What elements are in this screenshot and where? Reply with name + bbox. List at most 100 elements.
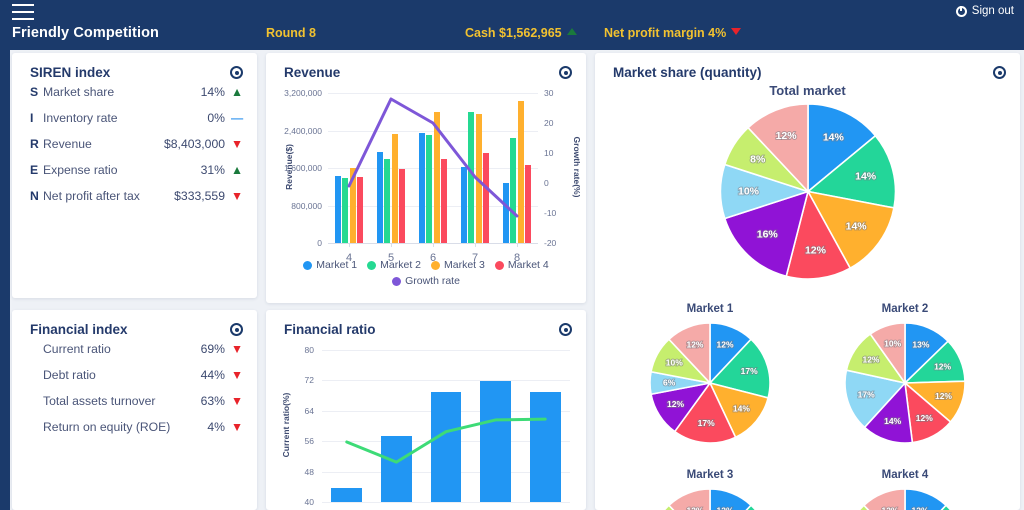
header-npm-label: Net profit margin 4% [604, 26, 727, 40]
info-dot-icon[interactable] [230, 66, 243, 79]
x-tick [517, 243, 518, 247]
legend-item[interactable]: Market 4 [494, 259, 549, 271]
pie-slice-label: 12% [881, 505, 898, 510]
pie-total-market: 14% 14% 14% 12% 16% 10% 8% 12% [720, 104, 895, 279]
revenue-bar[interactable] [426, 135, 433, 243]
financial-ratio-bar[interactable] [529, 391, 561, 502]
pie-slice-label: 12% [862, 354, 879, 364]
siren-index-card: SIREN index S Market share 14% ▲ I Inventory … [12, 53, 257, 298]
pie-slice-label: 12% [804, 244, 826, 256]
revenue-bar[interactable] [468, 111, 475, 243]
pie-canvas: 12%13%13%12%13%12%13%12% [810, 488, 1000, 510]
revenue-bar[interactable] [418, 132, 426, 243]
legend-label: Market 2 [380, 259, 421, 271]
kpi-row: R Revenue $8,403,000 ▼ [30, 133, 243, 155]
kpi-label: Total assets turnover [43, 394, 156, 408]
revenue-bar[interactable] [384, 158, 391, 243]
revenue-bar[interactable] [376, 151, 384, 243]
pie-slice-label: 12% [935, 390, 952, 400]
revenue-bar[interactable] [391, 133, 398, 243]
financial-ratio-bar[interactable] [331, 488, 363, 502]
pie-slice-label: 12% [686, 505, 703, 510]
legend-item[interactable]: Growth rate [392, 275, 460, 287]
revenue-card: Revenue 0 800,000 1,600,000 2,400,000 3,200,… [266, 53, 586, 303]
revenue-bar[interactable] [433, 112, 440, 243]
y2-tick-label: 30 [544, 88, 554, 98]
trend-down-icon: ▼ [231, 420, 244, 434]
kpi-row: Debt ratio 44% ▼ [30, 364, 243, 386]
legend-item[interactable]: Market 3 [431, 259, 485, 271]
financial-index-title: Financial index [30, 322, 128, 337]
pie-market-3: 12%14%13%12%12%13%12%12% [663, 488, 757, 510]
pie-market-4: 12%13%13%12%13%12%13%12% [858, 488, 952, 510]
info-dot-icon[interactable] [230, 323, 243, 336]
revenue-legend: Market 1 Market 2 Market 3 Market 4 Growth r… [266, 259, 586, 287]
trend-down-icon: ▼ [231, 137, 244, 151]
pie-title: Total market [769, 83, 846, 98]
legend-dot-icon [431, 260, 440, 270]
hamburger-icon[interactable] [12, 4, 34, 20]
pie-market-2: 13% 12% 12% 12% 14% 17% 12% 10% [845, 322, 965, 443]
info-dot-icon[interactable] [559, 323, 572, 336]
dashboard-root: Friendly Competition Round 8 Cash $1,562… [0, 0, 1024, 510]
pie-title: Market 1 [686, 303, 734, 315]
financial-ratio-bar[interactable] [480, 381, 511, 502]
pie-slice-label: 12% [686, 339, 703, 349]
kpi-letter: E [30, 163, 39, 177]
pie-slice-label: 17% [741, 365, 758, 375]
pie-slice-label: 10% [666, 357, 683, 367]
trend-flat-icon: — [231, 111, 244, 125]
kpi-letter: S [30, 85, 39, 99]
pie-slice-label: 12% [916, 413, 933, 423]
header-round: Round 8 [266, 26, 316, 40]
top-header-bar: Friendly Competition Round 8 Cash $1,562… [0, 0, 1024, 50]
revenue-bar[interactable] [342, 178, 349, 243]
kpi-label: Expense ratio [43, 163, 118, 177]
revenue-bar[interactable] [475, 113, 482, 243]
kpi-label: Return on equity (ROE) [43, 420, 171, 434]
kpi-value: $8,403,000 [164, 137, 225, 151]
legend-item[interactable]: Market 1 [303, 259, 357, 271]
pie-slice-label: 17% [698, 417, 715, 427]
pie-slice-label: 14% [845, 220, 867, 232]
kpi-value: 63% [200, 394, 225, 408]
revenue-bar[interactable] [460, 167, 468, 243]
revenue-bar[interactable] [334, 176, 342, 243]
revenue-bar[interactable] [524, 164, 532, 243]
legend-item[interactable]: Market 2 [367, 259, 421, 271]
kpi-letter: I [30, 111, 34, 125]
x-tick [475, 243, 476, 247]
sign-out-button[interactable]: Sign out [955, 5, 1014, 17]
kpi-row: Total assets turnover 63% ▼ [30, 390, 243, 412]
financial-index-card: Financial index Current ratio 69% ▼ Debt ra… [12, 310, 257, 510]
y-axis-title: Revenue($) [284, 144, 294, 190]
market-share-card: Market share (quantity) Total market 14% 1… [595, 53, 1020, 510]
revenue-bar[interactable] [517, 100, 524, 243]
y-tick-label: 80 [304, 345, 314, 355]
financial-ratio-bar[interactable] [381, 435, 412, 502]
revenue-bar[interactable] [502, 183, 510, 243]
pie-title: Market 2 [881, 303, 929, 315]
y-tick-label: 0 [317, 238, 322, 248]
left-nav-strip [0, 0, 10, 510]
revenue-bar[interactable] [398, 168, 406, 243]
kpi-value: 31% [200, 163, 225, 177]
y-tick-label: 800,000 [291, 200, 322, 211]
y2-tick-label: -20 [544, 238, 557, 248]
kpi-value: 44% [200, 368, 225, 382]
kpi-letter: N [30, 189, 39, 203]
revenue-bar[interactable] [510, 137, 517, 243]
financial-ratio-bar[interactable] [430, 391, 462, 502]
revenue-bar[interactable] [482, 152, 490, 243]
gridline [322, 380, 570, 382]
trend-down-icon [731, 28, 742, 35]
gridline [328, 93, 538, 94]
revenue-bar[interactable] [440, 158, 448, 243]
gridline [322, 502, 570, 503]
sign-out-label: Sign out [971, 5, 1014, 17]
pie-slice-label: 12% [717, 505, 734, 510]
info-dot-icon[interactable] [559, 66, 572, 79]
revenue-bar[interactable] [356, 177, 364, 243]
info-dot-icon[interactable] [993, 66, 1006, 79]
revenue-bar[interactable] [349, 168, 356, 243]
